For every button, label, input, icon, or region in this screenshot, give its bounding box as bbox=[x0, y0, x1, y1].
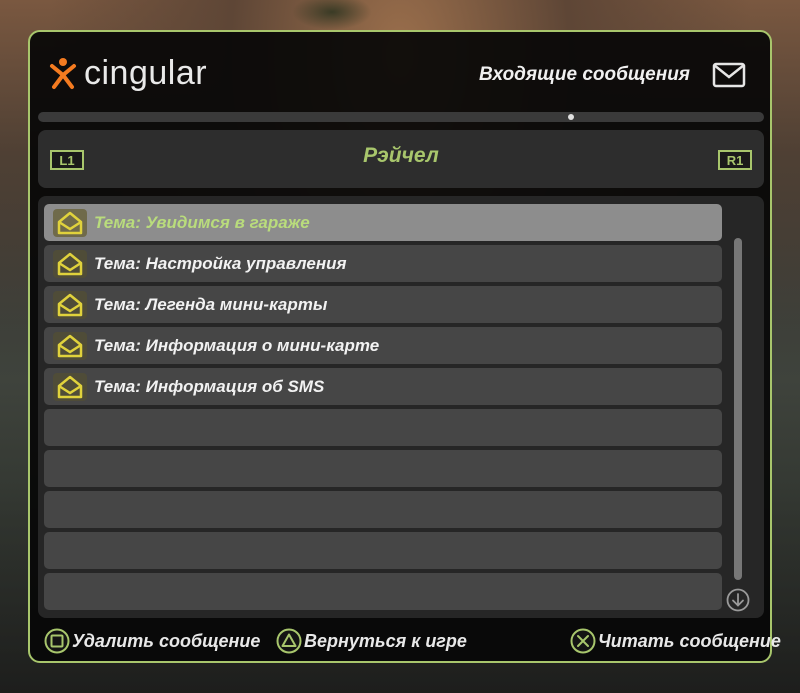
message-row[interactable]: Тема: Информация о мини-карте bbox=[44, 327, 722, 364]
empty-message-row bbox=[44, 409, 722, 446]
message-row[interactable]: Тема: Увидимся в гараже bbox=[44, 204, 722, 241]
button-hints: Удалить сообщение Вернуться к игре Читат… bbox=[30, 626, 781, 658]
triangle-button-icon bbox=[276, 628, 302, 654]
envelope-open-icon bbox=[53, 290, 87, 319]
message-list: Тема: Увидимся в гараже Тема: Настройка … bbox=[38, 196, 764, 618]
inbox-title: Входящие сообщения bbox=[479, 64, 690, 85]
empty-message-row bbox=[44, 573, 722, 610]
read-message-hint[interactable]: Читать сообщение bbox=[570, 626, 781, 656]
message-row[interactable]: Тема: Настройка управления bbox=[44, 245, 722, 282]
scroll-down-icon[interactable] bbox=[726, 588, 750, 612]
message-subject: Тема: Информация об SMS bbox=[94, 376, 325, 396]
empty-message-row bbox=[44, 450, 722, 487]
empty-message-row bbox=[44, 532, 722, 569]
r1-button[interactable]: R1 bbox=[718, 150, 752, 170]
inbox-progress-bar bbox=[38, 112, 764, 122]
progress-indicator bbox=[568, 114, 574, 120]
cingular-logo: cingular bbox=[48, 52, 207, 94]
cross-button-icon bbox=[570, 628, 596, 654]
delete-message-hint[interactable]: Удалить сообщение bbox=[44, 626, 260, 656]
logo-text: cingular bbox=[84, 53, 208, 92]
cingular-jack-icon bbox=[48, 56, 78, 90]
empty-message-row bbox=[44, 491, 722, 528]
envelope-open-icon bbox=[53, 208, 87, 237]
message-subject: Тема: Информация о мини-карте bbox=[94, 335, 380, 355]
message-row[interactable]: Тема: Информация об SMS bbox=[44, 368, 722, 405]
envelope-open-icon bbox=[53, 372, 87, 401]
read-message-label: Читать сообщение bbox=[598, 630, 781, 651]
square-button-icon bbox=[44, 628, 70, 654]
contact-bar: L1 Рэйчел R1 bbox=[38, 130, 764, 188]
message-subject: Тема: Настройка управления bbox=[94, 253, 347, 273]
scrollbar[interactable] bbox=[734, 238, 742, 580]
envelope-icon bbox=[712, 62, 746, 88]
contact-name: Рэйчел bbox=[363, 144, 439, 167]
back-to-game-hint[interactable]: Вернуться к игре bbox=[276, 626, 467, 656]
envelope-open-icon bbox=[53, 249, 87, 278]
message-subject: Тема: Легенда мини-карты bbox=[94, 294, 328, 314]
envelope-open-icon bbox=[53, 331, 87, 360]
background-foliage bbox=[292, 0, 372, 30]
phone-inbox-panel: cingular Входящие сообщения L1 Рэйчел R1… bbox=[28, 30, 781, 663]
message-subject: Тема: Увидимся в гараже bbox=[94, 212, 310, 232]
message-row[interactable]: Тема: Легенда мини-карты bbox=[44, 286, 722, 323]
back-to-game-label: Вернуться к игре bbox=[304, 630, 467, 651]
delete-message-label: Удалить сообщение bbox=[72, 630, 261, 651]
